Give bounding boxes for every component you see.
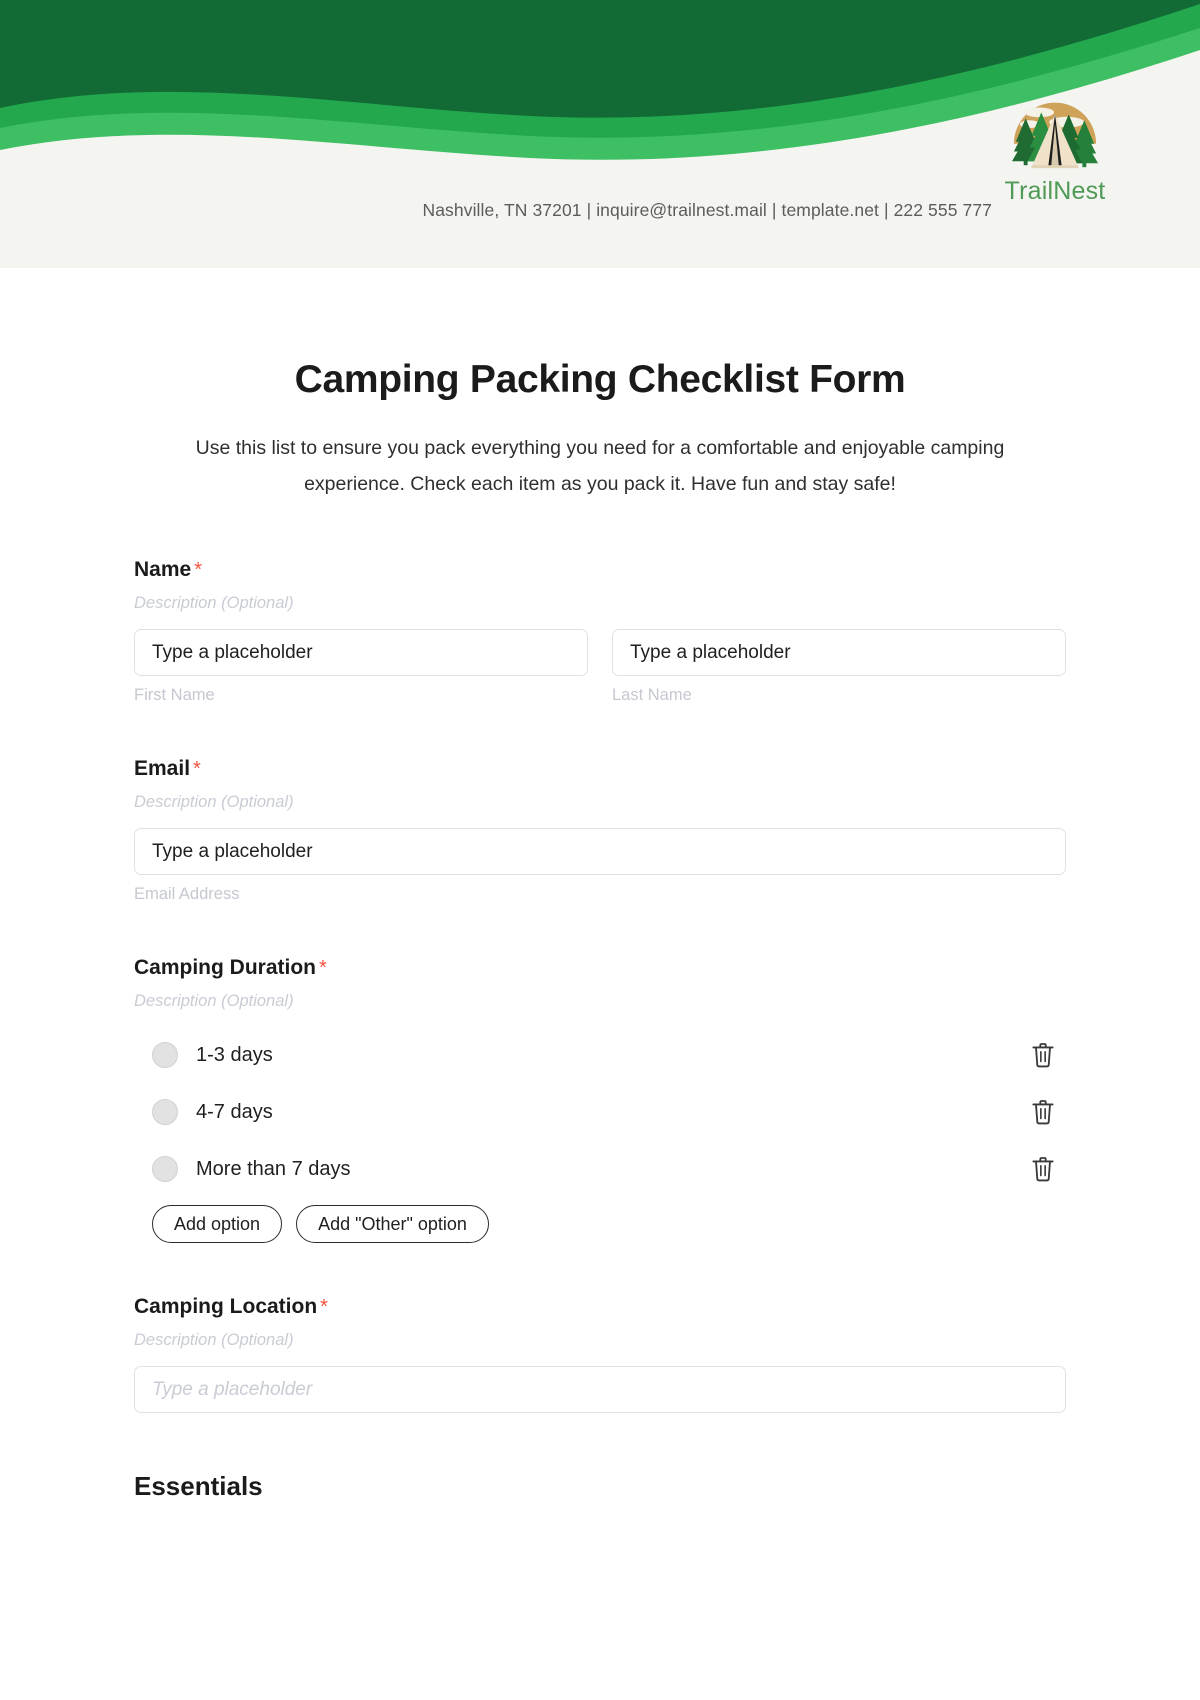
page-title: Camping Packing Checklist Form	[294, 358, 906, 401]
camping-location-input-row: Type a placeholder	[134, 1366, 1066, 1413]
field-camping-duration: Camping Duration * Description (Optional)…	[134, 956, 1066, 1243]
first-name-cell: Type a placeholder First Name	[134, 629, 588, 705]
required-marker: *	[319, 957, 327, 979]
option-action-buttons: Add option Add "Other" option	[134, 1205, 1066, 1243]
add-other-option-button[interactable]: Add "Other" option	[296, 1205, 489, 1243]
form-sheet: Camping Packing Checklist Form Use this …	[0, 358, 1200, 1502]
field-description-email: Description (Optional)	[134, 793, 294, 811]
page-header: TrailNest Nashville, TN 37201 | inquire@…	[0, 0, 1200, 268]
email-cell: Type a placeholder Email Address	[134, 828, 1066, 904]
last-name-cell: Type a placeholder Last Name	[612, 629, 1066, 705]
field-label-text: Email	[134, 757, 191, 780]
field-name: Name * Description (Optional) Type a plac…	[134, 558, 1066, 705]
camping-location-input[interactable]: Type a placeholder	[134, 1366, 1066, 1413]
field-description-name: Description (Optional)	[134, 594, 294, 612]
email-input[interactable]: Type a placeholder	[134, 828, 1066, 875]
first-name-input[interactable]: Type a placeholder	[134, 629, 588, 676]
camping-location-cell: Type a placeholder	[134, 1366, 1066, 1413]
option-label: 1-3 days	[196, 1043, 273, 1066]
required-marker: *	[194, 559, 202, 581]
add-option-button[interactable]: Add option	[152, 1205, 283, 1243]
option-row[interactable]: 1-3 days	[134, 1033, 1066, 1077]
required-marker: *	[193, 758, 201, 780]
brand-name: TrailNest	[1004, 177, 1106, 205]
option-label: More than 7 days	[196, 1157, 351, 1180]
trash-icon[interactable]	[1030, 1098, 1056, 1126]
brand-block: TrailNest	[940, 85, 1170, 206]
field-description-camping-location: Description (Optional)	[134, 1331, 294, 1349]
name-input-row: Type a placeholder First Name Type a pla…	[134, 629, 1066, 705]
radio-button-icon[interactable]	[152, 1042, 178, 1068]
field-label-text: Camping Duration	[134, 956, 316, 979]
field-label-camping-duration: Camping Duration *	[134, 956, 1066, 980]
camping-duration-options: 1-3 days 4-7 days More than 7 days	[134, 1033, 1066, 1191]
last-name-input[interactable]: Type a placeholder	[612, 629, 1066, 676]
field-label-name: Name *	[134, 558, 1066, 582]
field-label-text: Camping Location	[134, 1295, 318, 1318]
required-marker: *	[320, 1296, 328, 1318]
option-label: 4-7 days	[196, 1100, 273, 1123]
field-label-text: Name	[134, 558, 192, 581]
radio-button-icon[interactable]	[152, 1156, 178, 1182]
field-label-email: Email *	[134, 757, 1066, 781]
section-heading-essentials: Essentials	[134, 1471, 263, 1501]
form-description: Use this list to ensure you pack everyth…	[195, 437, 1005, 495]
field-camping-location: Camping Location * Description (Optional)…	[134, 1295, 1066, 1413]
trash-icon[interactable]	[1030, 1155, 1056, 1183]
first-name-caption: First Name	[134, 686, 215, 704]
last-name-caption: Last Name	[612, 686, 692, 704]
field-description-camping-duration: Description (Optional)	[134, 992, 294, 1010]
field-label-camping-location: Camping Location *	[134, 1295, 1066, 1319]
field-email: Email * Description (Optional) Type a pla…	[134, 757, 1066, 904]
option-row[interactable]: 4-7 days	[134, 1090, 1066, 1134]
trash-icon[interactable]	[1030, 1041, 1056, 1069]
email-caption: Email Address	[134, 885, 240, 903]
camping-tent-forest-icon	[1011, 102, 1099, 169]
option-row[interactable]: More than 7 days	[134, 1147, 1066, 1191]
radio-button-icon[interactable]	[152, 1099, 178, 1125]
email-input-row: Type a placeholder Email Address	[134, 828, 1066, 904]
